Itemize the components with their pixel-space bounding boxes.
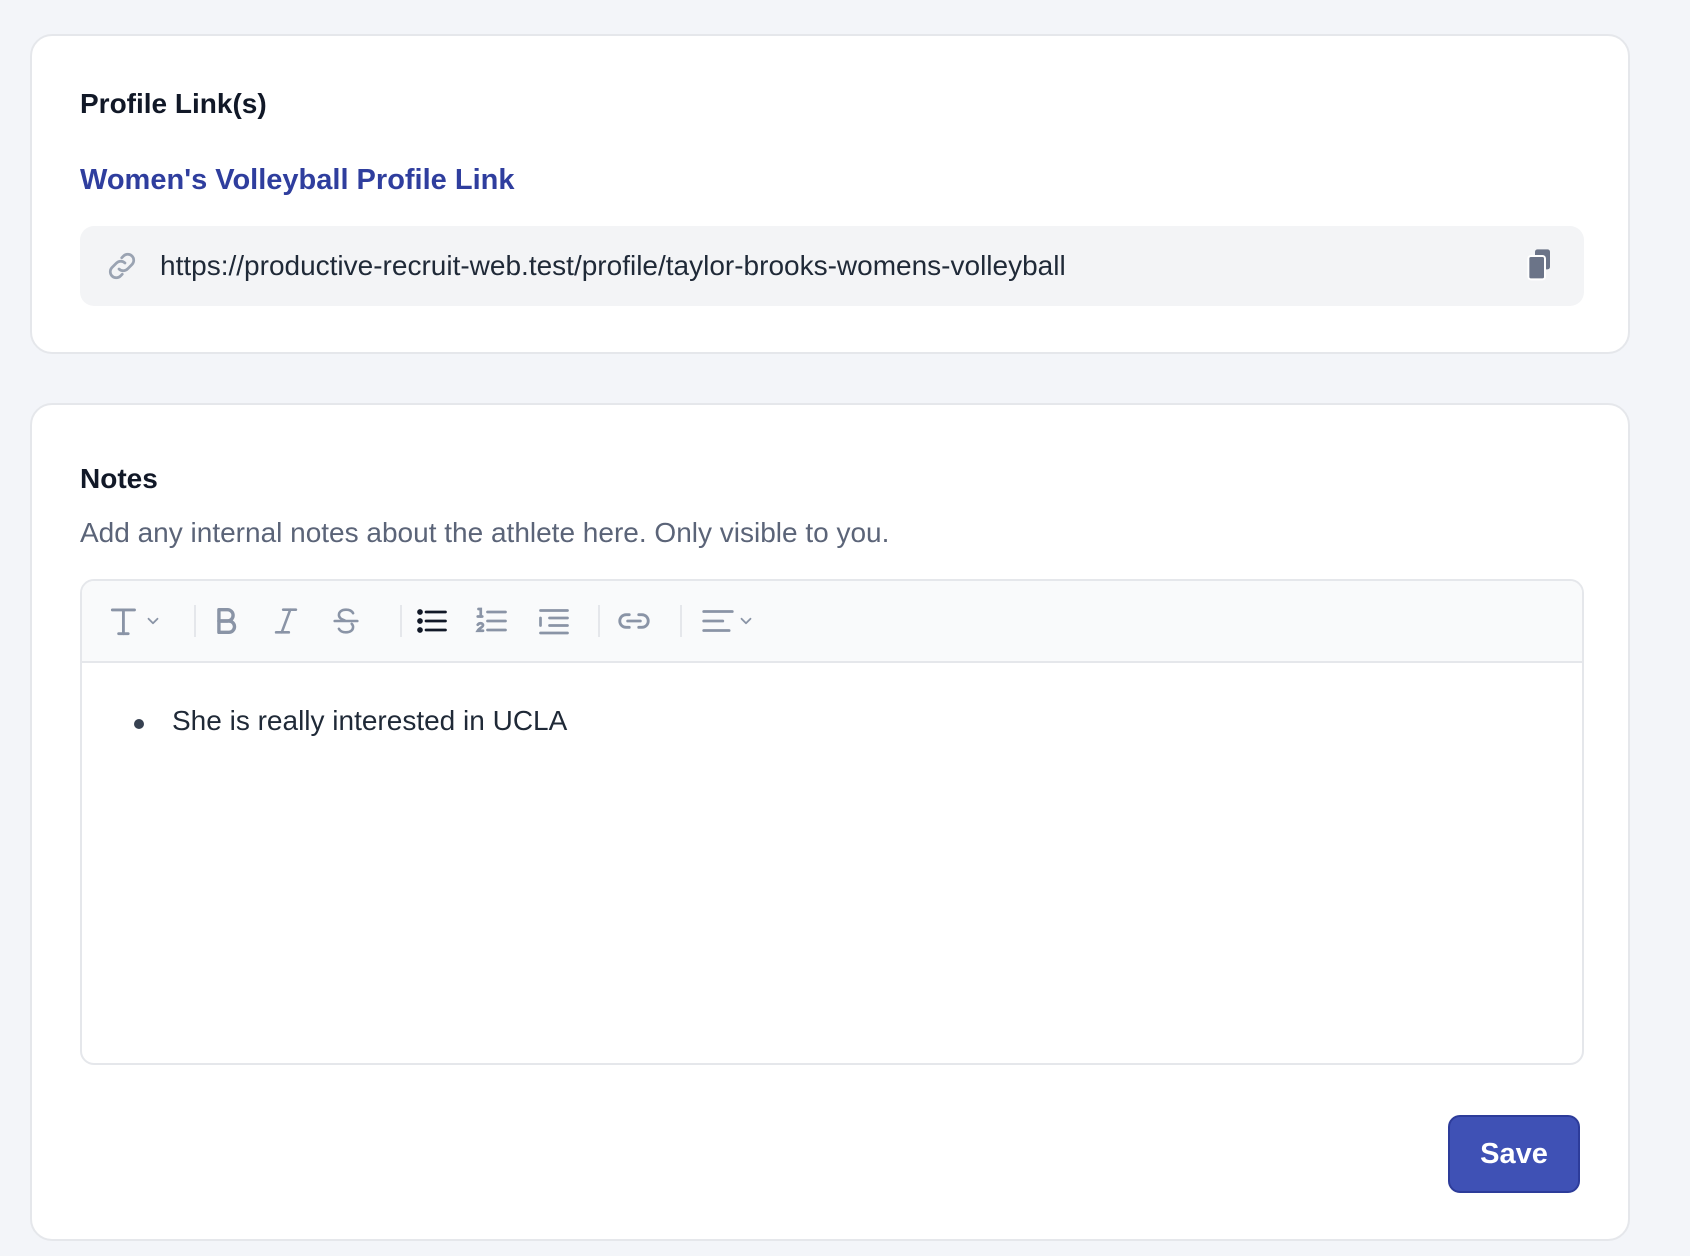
text-style-dropdown[interactable] [102, 601, 166, 641]
toolbar-separator [680, 605, 682, 637]
notes-description: Add any internal notes about the athlete… [80, 517, 890, 548]
bullet-list-button[interactable] [410, 601, 454, 641]
bold-icon [209, 604, 243, 638]
notes-title: Notes [80, 463, 158, 494]
toolbar-separator [598, 605, 600, 637]
toolbar-separator [194, 605, 196, 637]
ordered-list-button[interactable] [470, 601, 514, 641]
bullet-dot [134, 719, 144, 729]
rich-text-editor: She is really interested in UCLA [80, 579, 1584, 1065]
chevron-down-icon [737, 612, 755, 630]
align-dropdown[interactable] [692, 601, 762, 641]
notes-card: Notes Add any internal notes about the a… [30, 403, 1630, 1241]
strikethrough-button[interactable] [324, 601, 368, 641]
align-left-icon [699, 602, 737, 640]
italic-button[interactable] [264, 601, 308, 641]
link-icon [615, 602, 653, 640]
toolbar-separator [400, 605, 402, 637]
womens-volleyball-profile-link[interactable]: Women's Volleyball Profile Link [80, 164, 514, 197]
editor-toolbar [82, 581, 1582, 663]
ordered-list-icon [474, 603, 510, 639]
text-style-icon [106, 602, 144, 640]
bold-button[interactable] [204, 601, 248, 641]
profile-links-title: Profile Link(s) [80, 88, 267, 119]
profile-url-field[interactable]: https://productive-recruit-web.test/prof… [80, 226, 1584, 306]
chevron-down-icon [144, 612, 162, 630]
link-icon [104, 248, 140, 284]
link-button[interactable] [610, 601, 658, 641]
bullet-list-icon [414, 603, 450, 639]
list-item: She is really interested in UCLA [172, 705, 568, 736]
indent-button[interactable] [532, 601, 576, 641]
indent-icon [536, 603, 572, 639]
profile-links-card: Profile Link(s) Women's Volleyball Profi… [30, 34, 1630, 354]
italic-icon [269, 604, 303, 638]
clipboard-copy-icon[interactable] [1520, 246, 1560, 286]
strikethrough-icon [329, 604, 363, 638]
editor-content-area[interactable]: She is really interested in UCLA [82, 663, 1582, 1063]
profile-url-text: https://productive-recruit-web.test/prof… [160, 250, 1066, 281]
save-button[interactable]: Save [1448, 1115, 1580, 1193]
